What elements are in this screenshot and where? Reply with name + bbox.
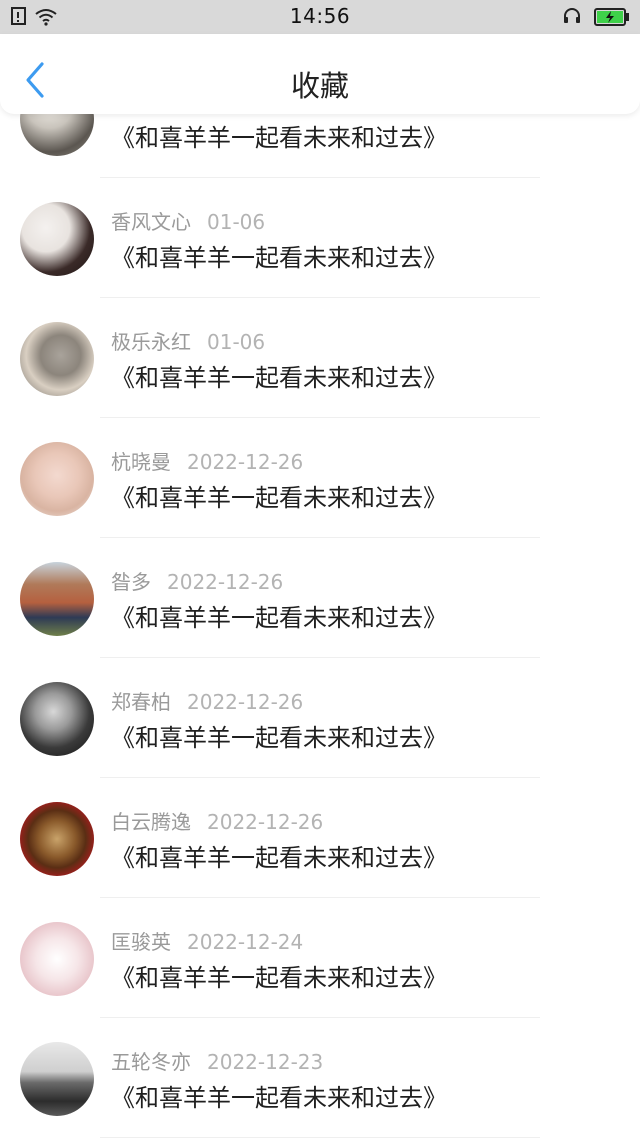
avatar — [20, 922, 94, 996]
battery-charging-icon — [594, 8, 630, 30]
author-name: 五轮冬亦 — [111, 1050, 191, 1074]
avatar — [20, 202, 94, 276]
item-date: 2022-12-24 — [187, 930, 304, 954]
status-bar: 14:56 — [0, 0, 640, 34]
author-name: 香风文心 — [111, 210, 191, 234]
favorite-title: 《和喜羊羊一起看未来和过去》 — [111, 964, 447, 992]
favorite-title: 《和喜羊羊一起看未来和过去》 — [111, 484, 447, 512]
item-meta: 白云腾逸 2022-12-26 — [111, 806, 323, 835]
list-item[interactable]: 昝多 2022-12-26 《和喜羊羊一起看未来和过去》 — [0, 538, 640, 658]
author-name: 极乐永红 — [111, 330, 191, 354]
list-item[interactable]: 白云腾逸 2022-12-26 《和喜羊羊一起看未来和过去》 — [0, 778, 640, 898]
header: 收藏 — [0, 34, 640, 114]
list-item[interactable]: 香风文心 01-06 《和喜羊羊一起看未来和过去》 — [0, 178, 640, 298]
author-name: 白云腾逸 — [111, 810, 191, 834]
author-name: 郑春柏 — [111, 690, 171, 714]
favorite-title: 《和喜羊羊一起看未来和过去》 — [111, 364, 447, 392]
item-meta: 郑春柏 2022-12-26 — [111, 686, 303, 715]
item-meta: 昝多 2022-12-26 — [111, 566, 283, 595]
item-meta: 香风文心 01-06 — [111, 206, 265, 235]
list-item[interactable]: 五轮冬亦 2022-12-23 《和喜羊羊一起看未来和过去》 — [0, 1018, 640, 1138]
avatar — [20, 1042, 94, 1116]
list-item[interactable]: 杭晓曼 2022-12-26 《和喜羊羊一起看未来和过去》 — [0, 418, 640, 538]
avatar — [20, 442, 94, 516]
item-date: 2022-12-23 — [207, 1050, 324, 1074]
favorite-title: 《和喜羊羊一起看未来和过去》 — [111, 844, 447, 872]
headset-icon — [562, 6, 582, 30]
avatar — [20, 682, 94, 756]
favorite-title: 《和喜羊羊一起看未来和过去》 — [111, 1084, 447, 1112]
author-name: 杭晓曼 — [111, 450, 171, 474]
item-meta: 五轮冬亦 2022-12-23 — [111, 1046, 323, 1075]
status-time: 14:56 — [289, 4, 351, 28]
item-meta: 杭晓曼 2022-12-26 — [111, 446, 303, 475]
item-date: 2022-12-26 — [187, 450, 304, 474]
avatar — [20, 562, 94, 636]
list-item[interactable]: 极乐永红 01-06 《和喜羊羊一起看未来和过去》 — [0, 298, 640, 418]
item-date: 2022-12-26 — [207, 810, 324, 834]
item-date: 01-06 — [207, 210, 266, 234]
favorite-title: 《和喜羊羊一起看未来和过去》 — [111, 724, 447, 752]
favorite-title: 《和喜羊羊一起看未来和过去》 — [111, 244, 447, 272]
item-date: 01-06 — [207, 330, 266, 354]
avatar — [20, 322, 94, 396]
item-meta: 极乐永红 01-06 — [111, 326, 265, 355]
author-name: 匡骏英 — [111, 930, 171, 954]
author-name: 昝多 — [111, 570, 151, 594]
item-date: 2022-12-26 — [167, 570, 284, 594]
list-item[interactable]: 郑春柏 2022-12-26 《和喜羊羊一起看未来和过去》 — [0, 658, 640, 778]
avatar — [20, 802, 94, 876]
list-item[interactable]: 匡骏英 2022-12-24 《和喜羊羊一起看未来和过去》 — [0, 898, 640, 1018]
favorite-title: 《和喜羊羊一起看未来和过去》 — [111, 604, 447, 632]
favorite-title: 《和喜羊羊一起看未来和过去》 — [111, 124, 447, 152]
item-meta: 匡骏英 2022-12-24 — [111, 926, 303, 955]
item-date: 2022-12-26 — [187, 690, 304, 714]
page-title: 收藏 — [290, 69, 349, 103]
